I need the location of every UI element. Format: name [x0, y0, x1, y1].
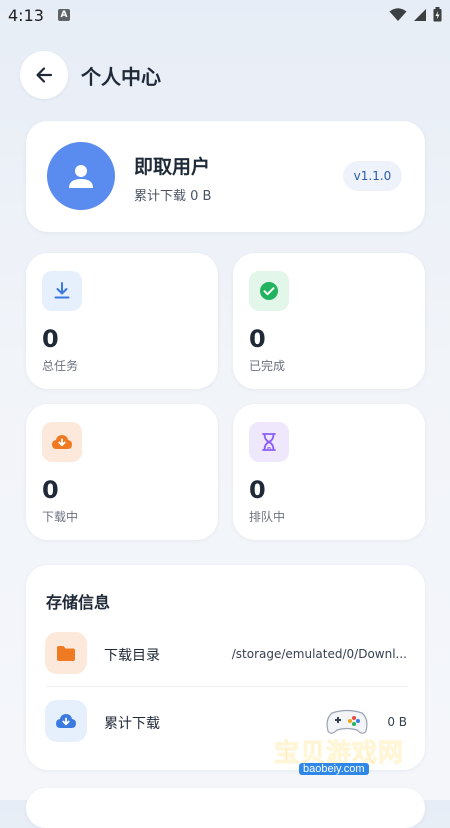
stat-value: 0: [249, 325, 266, 353]
stat-value: 0: [249, 476, 266, 504]
cloud-download-icon: [56, 714, 76, 728]
arrow-left-icon: [36, 67, 53, 83]
divider: [46, 686, 407, 687]
version-badge: v1.1.0: [343, 161, 402, 191]
stat-card-downloading[interactable]: 0 下载中: [26, 404, 218, 540]
stat-label: 下载中: [42, 510, 79, 524]
stat-value: 0: [42, 325, 59, 353]
stat-value: 0: [42, 476, 59, 504]
avatar: [47, 142, 115, 210]
download-dir-path: /storage/emulated/0/Downl...: [231, 647, 407, 661]
stat-icon-box: [42, 271, 82, 311]
hourglass-icon: [262, 433, 276, 451]
signal-icon: [414, 8, 426, 21]
back-button[interactable]: [20, 51, 68, 99]
page-title: 个人中心: [81, 64, 161, 89]
profile-card: 即取用户 累计下载 0 B v1.1.0: [26, 121, 425, 232]
status-bar: 4:13 A: [0, 0, 450, 32]
stat-icon-box: [42, 422, 82, 462]
row-label: 下载目录: [104, 648, 160, 664]
watermark-domain: baobeiy.com: [299, 763, 369, 775]
stat-label: 已完成: [249, 359, 286, 373]
folder-icon: [57, 645, 75, 661]
user-icon: [69, 165, 93, 188]
download-icon: [54, 282, 70, 299]
stat-card-queued[interactable]: 0 排队中: [233, 404, 425, 540]
status-time: 4:13: [8, 6, 44, 25]
username: 即取用户: [134, 156, 211, 178]
stat-card-completed[interactable]: 0 已完成: [233, 253, 425, 389]
watermark: 宝贝游戏网 baobeiy.com: [268, 705, 428, 781]
row-label: 累计下载: [104, 716, 160, 732]
stat-card-total[interactable]: 0 总任务: [26, 253, 218, 389]
next-card: [26, 788, 425, 828]
notification-a-icon: A: [58, 9, 70, 21]
stat-label: 总任务: [42, 359, 79, 373]
battery-icon: [433, 7, 442, 22]
stat-label: 排队中: [249, 510, 286, 524]
row-icon-box: [45, 700, 87, 742]
wifi-icon: [389, 7, 407, 21]
check-circle-icon: [260, 282, 278, 300]
stat-icon-box: [249, 422, 289, 462]
section-title: 存储信息: [46, 593, 111, 612]
cloud-download-icon: [52, 435, 72, 449]
stat-icon-box: [249, 271, 289, 311]
row-icon-box: [45, 632, 87, 674]
header: 个人中心: [20, 51, 161, 99]
total-download-summary: 累计下载 0 B: [134, 189, 212, 204]
